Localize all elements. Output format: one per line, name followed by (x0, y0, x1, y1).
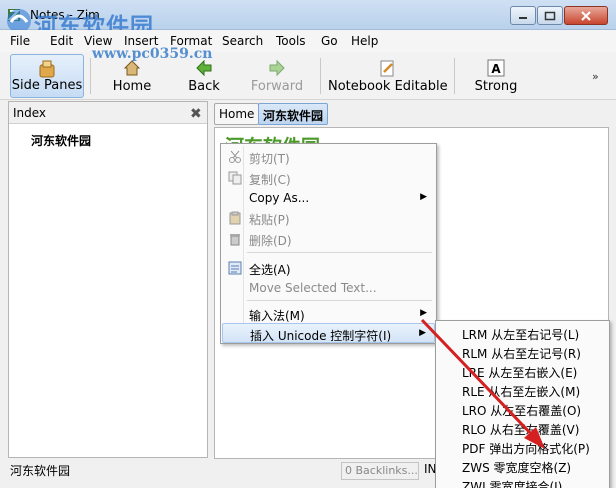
menu-item-copy[interactable]: 复制(C) (222, 168, 435, 188)
side-panes-button[interactable]: Side Panes (10, 54, 84, 98)
side-panes-icon (39, 60, 55, 78)
menu-item-input-method[interactable]: 输入法(M) ▶ (222, 304, 435, 324)
menu-item-label: 输入法(M) (249, 309, 305, 323)
path-bar: Home 河东软件园 (214, 103, 609, 127)
close-window-button[interactable] (564, 6, 608, 25)
side-pane-title: Index (13, 106, 47, 120)
minimize-icon (519, 16, 527, 19)
close-icon (581, 10, 591, 21)
menu-item-paste[interactable]: 粘贴(P) (222, 208, 435, 228)
menu-item-move-selected-text[interactable]: Move Selected Text... (222, 278, 435, 298)
strong-button[interactable]: A Strong (468, 54, 524, 98)
forward-label: Forward (250, 79, 304, 94)
maximize-icon (544, 11, 556, 20)
menu-item-label: 复制(C) (249, 173, 291, 187)
submenu-item-pdf[interactable]: PDF 弹出方向格式化(P) (462, 440, 590, 457)
menu-item-label: Move Selected Text... (249, 281, 377, 295)
menu-item-label: 插入 Unicode 控制字符(I) (250, 329, 392, 343)
menu-item-label: 删除(D) (249, 234, 292, 248)
title-bar: Notes - Zim 河东软件园 (0, 0, 616, 40)
crumb-home[interactable]: Home (214, 103, 260, 125)
index-tree-item[interactable]: 河东软件园 (31, 132, 91, 149)
scissors-icon (229, 150, 241, 163)
strong-label: Strong (474, 79, 518, 94)
menu-go[interactable]: Go (321, 34, 338, 48)
menu-file[interactable]: File (10, 34, 30, 48)
side-panes-label: Side Panes (11, 78, 83, 93)
submenu-item-rlo[interactable]: RLO 从右至左覆盖(V) (462, 421, 579, 438)
submenu-item-zws[interactable]: ZWS 零宽度空格(Z) (462, 459, 571, 476)
submenu-item-lre[interactable]: LRE 从左至右嵌入(E) (462, 364, 577, 381)
menu-item-select-all[interactable]: 全选(A) (222, 258, 435, 278)
notebook-editable-label: Notebook Editable (328, 79, 448, 94)
edit-pencil-icon (380, 60, 394, 77)
paste-icon (229, 211, 241, 225)
context-menu: 剪切(T) 复制(C) Copy As... ▶ 粘贴(P) 删除(D) 全选(… (220, 143, 437, 344)
submenu-arrow-icon: ▶ (420, 308, 427, 318)
forward-arrow-icon (269, 59, 285, 77)
menu-separator (247, 300, 432, 301)
menu-help[interactable]: Help (351, 34, 378, 48)
forward-button[interactable]: Forward (246, 54, 308, 98)
submenu-arrow-icon: ▶ (420, 192, 427, 202)
menu-item-label: 粘贴(P) (249, 213, 290, 227)
notebook-editable-button[interactable]: Notebook Editable (328, 54, 448, 98)
status-page-name: 河东软件园 (10, 464, 71, 478)
home-label: Home (112, 79, 152, 94)
bold-icon: A (487, 59, 505, 77)
delete-icon (230, 234, 240, 246)
maximize-button[interactable] (537, 6, 563, 25)
menu-search[interactable]: Search (222, 34, 263, 48)
menu-edit[interactable]: Edit (50, 34, 73, 48)
menu-tools[interactable]: Tools (276, 34, 306, 48)
menu-item-copy-as[interactable]: Copy As... ▶ (222, 188, 435, 208)
menu-separator (247, 252, 432, 253)
menu-item-label: 剪切(T) (249, 152, 290, 166)
submenu-arrow-icon: ▶ (419, 328, 426, 338)
submenu-item-lro[interactable]: LRO 从左至右覆盖(O) (462, 402, 581, 419)
menu-item-cut[interactable]: 剪切(T) (222, 147, 435, 167)
index-side-pane: Index ✖ 河东软件园 (8, 101, 208, 458)
side-pane-header: Index ✖ (9, 102, 207, 124)
submenu-item-rle[interactable]: RLE 从右至左嵌入(M) (462, 383, 580, 400)
copy-icon (228, 171, 242, 185)
backlinks-button[interactable]: 0 Backlinks... (341, 462, 419, 480)
select-all-icon (228, 261, 242, 275)
submenu-item-rlm[interactable]: RLM 从右至左记号(R) (462, 345, 581, 362)
crumb-current-page[interactable]: 河东软件园 (258, 103, 329, 125)
toolbar-separator (454, 58, 455, 94)
close-pane-icon[interactable]: ✖ (190, 106, 202, 122)
svg-text:A: A (491, 62, 501, 76)
watermark-url: www.pc0359.cn (92, 46, 213, 62)
menu-item-label: 全选(A) (249, 263, 291, 277)
unicode-control-submenu: LRM 从左至右记号(L) RLM 从右至左记号(R) LRE 从左至右嵌入(E… (435, 320, 610, 488)
minimize-button[interactable] (510, 6, 536, 25)
menu-item-delete[interactable]: 删除(D) (222, 229, 435, 249)
submenu-item-lrm[interactable]: LRM 从左至右记号(L) (462, 326, 579, 343)
menu-item-label: Copy As... (249, 191, 310, 205)
toolbar-separator (90, 58, 91, 94)
toolbar-overflow-chevron-icon[interactable]: » (592, 70, 599, 83)
menu-item-insert-unicode-control[interactable]: 插入 Unicode 控制字符(I) ▶ (222, 323, 435, 343)
toolbar-separator (320, 58, 321, 94)
submenu-item-zwj[interactable]: ZWJ 零宽度接合(J) (462, 478, 562, 488)
back-label: Back (188, 79, 220, 94)
